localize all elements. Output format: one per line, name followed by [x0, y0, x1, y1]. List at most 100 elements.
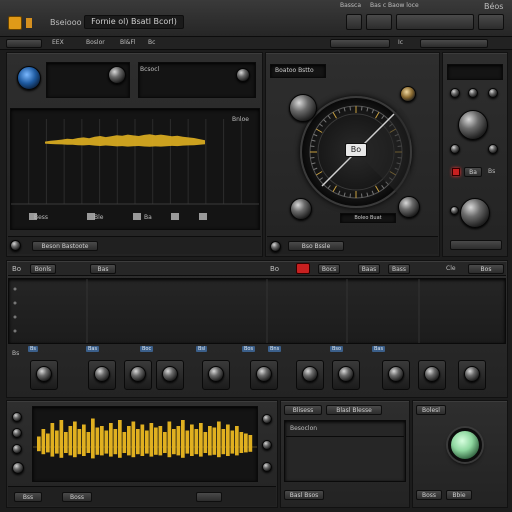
waveform-bar — [176, 426, 181, 456]
waveform-right-knob-2[interactable] — [262, 440, 272, 450]
mixer-channel-tag[interactable]: Boc — [140, 346, 154, 352]
waveform-footer-button-2[interactable]: Boss — [62, 492, 92, 502]
analyzer-footer-knob[interactable] — [10, 240, 21, 251]
toolbar-field-1[interactable] — [366, 14, 392, 30]
app-menu-icon[interactable] — [8, 16, 22, 30]
side-knob-1[interactable] — [450, 88, 460, 98]
toolbar-item-3[interactable]: Bl&Fl — [120, 39, 136, 46]
mixer-channel-knob[interactable] — [302, 366, 318, 382]
titlebar-menu-1[interactable]: Bassca — [340, 2, 361, 9]
spectrum-graph — [11, 119, 259, 220]
side-knob-3[interactable] — [488, 88, 498, 98]
mixer-channel-tag[interactable]: Bas — [86, 346, 100, 352]
mixer-far-right-button[interactable]: Bos — [468, 264, 504, 274]
dial-knob-top-left[interactable] — [289, 94, 317, 122]
mixer-channel-knob[interactable] — [162, 366, 178, 382]
waveform-bar — [149, 423, 154, 457]
waveform-side-knob-4[interactable] — [12, 462, 24, 474]
right-bottom-header[interactable]: Bolesl — [416, 405, 446, 415]
waveform-bar — [194, 429, 199, 455]
dial-center-button[interactable]: Bo — [345, 143, 367, 157]
dial-tick — [349, 193, 351, 198]
mixer-channel-knob[interactable] — [388, 366, 404, 382]
power-knob[interactable] — [17, 66, 41, 90]
dial-footer-knob[interactable] — [270, 241, 281, 252]
waveform-right-knob-3[interactable] — [262, 462, 272, 472]
side-footer-button[interactable] — [450, 240, 502, 250]
waveform-side-knob-2[interactable] — [12, 428, 22, 438]
green-power-button[interactable] — [448, 428, 482, 462]
dial-knob-bottom-right[interactable] — [398, 196, 420, 218]
waveform-footer-button-1[interactable]: Bss — [14, 492, 42, 502]
mixer-left-button-2[interactable]: Bas — [90, 264, 116, 274]
mixer-channel-knob[interactable] — [424, 366, 440, 382]
dial-knob-bottom-left[interactable] — [290, 198, 312, 220]
waveform-bar — [158, 426, 163, 456]
side-select-button[interactable]: Ba — [464, 167, 482, 177]
side-small-knob-left[interactable] — [450, 144, 460, 154]
side-big-knob-2[interactable] — [460, 198, 490, 228]
titlebar-menu-2[interactable]: Bas c Baow loce — [370, 2, 419, 9]
toolbar-item-1[interactable]: EEX — [52, 39, 64, 46]
dial-tick — [310, 145, 315, 147]
mixer-channel-knob[interactable] — [94, 366, 110, 382]
mixer-right-button-2[interactable]: Baas — [358, 264, 380, 274]
mixer-left-button-1[interactable]: Bonls — [30, 264, 56, 274]
mixer-channel-tag[interactable]: Bsl — [196, 346, 208, 352]
mixer-right-button-1[interactable]: Bocs — [318, 264, 340, 274]
center-header-button-2[interactable]: Blasl Blesse — [326, 405, 382, 415]
mixer-channel-knob[interactable] — [256, 366, 272, 382]
mixer-channel-knob[interactable] — [36, 366, 52, 382]
waveform-side-knob-1[interactable] — [12, 412, 22, 422]
dial-footer-button[interactable]: Bso Bssle — [288, 241, 344, 251]
dial-tick — [337, 109, 341, 114]
center-header-button-1[interactable]: Blisess — [284, 405, 322, 415]
waveform-right-knob-1[interactable] — [262, 414, 272, 424]
analyzer-header-label-1: Bcsocl — [140, 66, 160, 73]
dial-header-display: Boatoo Bstto — [270, 64, 326, 78]
waveform-footer-button-3[interactable] — [196, 492, 222, 502]
waveform-bar — [46, 433, 50, 453]
mixer-red-button[interactable] — [296, 263, 310, 274]
waveform-bar — [37, 436, 41, 452]
waveform-bar — [154, 427, 158, 455]
right-bottom-footer-button-2[interactable]: Bbie — [446, 490, 472, 500]
mixer-channel-knob[interactable] — [464, 366, 480, 382]
dial-tick — [381, 185, 385, 189]
side-display — [447, 64, 503, 80]
analyzer-small-knob-1[interactable] — [108, 66, 126, 84]
toolbar-wide-field[interactable] — [396, 14, 474, 30]
mixer-channel-tag[interactable]: Bas — [372, 346, 386, 352]
mixer-channel-knob[interactable] — [130, 366, 146, 382]
analyzer-small-knob-2[interactable] — [236, 68, 250, 82]
side-knob-2[interactable] — [468, 88, 478, 98]
mixer-left-label-1: Bo — [12, 265, 22, 273]
toolbar-square-button[interactable] — [346, 14, 362, 30]
mixer-channel-tag[interactable]: Bs — [28, 346, 39, 352]
waveform-side-knob-3[interactable] — [12, 444, 22, 454]
mixer-channel-tag[interactable]: Bos — [242, 346, 256, 352]
mixer-channel-knob[interactable] — [338, 366, 354, 382]
dial-tick — [313, 167, 318, 171]
toolbar-dropdown[interactable] — [478, 14, 504, 30]
side-small-knob-right[interactable] — [488, 144, 498, 154]
analyzer-footer-button[interactable]: Beson Bastoote — [32, 241, 98, 251]
toolbar-button-2[interactable] — [330, 39, 390, 48]
side-small-knob-bottom[interactable] — [450, 206, 459, 215]
side-big-knob-1[interactable] — [458, 110, 488, 140]
spectrum-curve — [45, 134, 205, 147]
toolbar-button-3[interactable] — [420, 39, 488, 48]
center-footer-button[interactable]: Basl Bsos — [284, 490, 324, 500]
right-bottom-footer-button-1[interactable]: Boss — [416, 490, 442, 500]
window-title: Fornie ol) Bsatl Bcorl) — [84, 15, 184, 29]
mixer-channel-tag[interactable]: Bns — [268, 346, 282, 352]
toolbar-item-2[interactable]: Boslor — [86, 39, 105, 46]
dial-tick — [337, 190, 341, 195]
waveform-bar — [136, 429, 140, 455]
mixer-channel-tag[interactable]: Bso — [330, 346, 344, 352]
toolbar-button-1[interactable] — [6, 39, 42, 48]
dial-knob-top-right[interactable] — [400, 86, 416, 102]
mixer-right-button-3[interactable]: Bass — [388, 264, 410, 274]
mixer-channel-knob[interactable] — [208, 366, 224, 382]
toolbar-item-4[interactable]: Bc — [148, 39, 155, 46]
